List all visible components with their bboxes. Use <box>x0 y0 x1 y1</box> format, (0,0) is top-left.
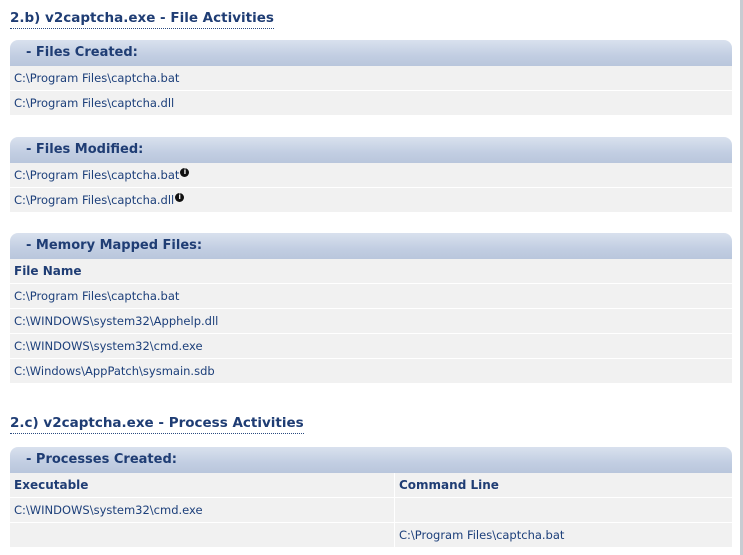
memory-mapped-title: - Memory Mapped Files: <box>10 233 732 259</box>
memory-mapped-row: C:\WINDOWS\system32\Apphelp.dll <box>10 309 732 334</box>
command-line-column-header: Command Line <box>399 478 499 492</box>
memory-mapped-row: C:\Program Files\captcha.bat <box>10 284 732 309</box>
executable-cell <box>10 523 395 547</box>
files-modified-path: C:\Program Files\captcha.bat <box>14 168 180 182</box>
files-modified-path: C:\Program Files\captcha.dll <box>14 193 175 207</box>
process-activities-heading: 2.c) v2captcha.exe - Process Activities <box>10 415 304 434</box>
command-line-cell: C:\Program Files\captcha.bat <box>399 528 565 542</box>
memory-mapped-panel: - Memory Mapped Files: File Name C:\Prog… <box>10 233 732 384</box>
files-created-title: - Files Created: <box>10 40 732 66</box>
processes-created-title: - Processes Created: <box>10 447 732 473</box>
processes-created-panel: - Processes Created: Executable Command … <box>10 447 732 548</box>
files-created-row: C:\Program Files\captcha.bat <box>10 66 732 91</box>
info-icon[interactable]: i <box>175 193 185 202</box>
files-modified-title: - Files Modified: <box>10 137 732 163</box>
executable-cell: C:\WINDOWS\system32\cmd.exe <box>10 498 395 522</box>
command-line-cell <box>395 498 732 522</box>
processes-header-row: Executable Command Line <box>10 473 732 498</box>
file-name-column-header: File Name <box>10 259 732 284</box>
process-row: C:\Program Files\captcha.bat <box>10 523 732 548</box>
memory-mapped-row: C:\WINDOWS\system32\cmd.exe <box>10 334 732 359</box>
files-created-row: C:\Program Files\captcha.dll <box>10 91 732 116</box>
process-row: C:\WINDOWS\system32\cmd.exe <box>10 498 732 523</box>
files-modified-row: C:\Program Files\captcha.bat i <box>10 163 732 188</box>
file-activities-heading: 2.b) v2captcha.exe - File Activities <box>10 10 274 29</box>
info-icon[interactable]: i <box>180 168 190 177</box>
files-modified-panel: - Files Modified: C:\Program Files\captc… <box>10 137 732 213</box>
executable-column-header: Executable <box>10 473 395 497</box>
files-created-panel: - Files Created: C:\Program Files\captch… <box>10 40 732 116</box>
files-modified-row: C:\Program Files\captcha.dll i <box>10 188 732 213</box>
memory-mapped-row: C:\Windows\AppPatch\sysmain.sdb <box>10 359 732 384</box>
